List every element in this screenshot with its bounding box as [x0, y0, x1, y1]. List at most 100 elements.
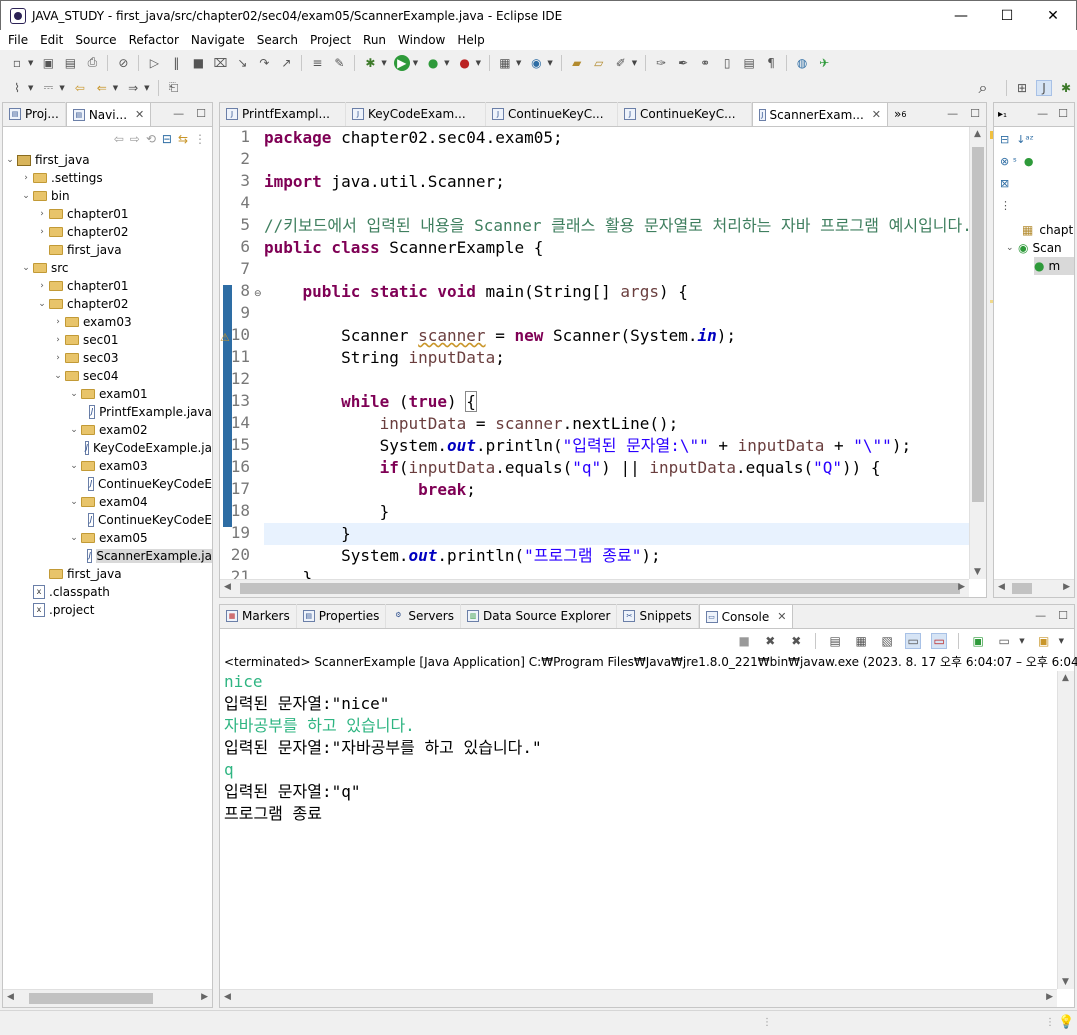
- pin-editor-icon[interactable]: ⎗: [166, 80, 182, 96]
- terminate-icon[interactable]: ■: [190, 55, 206, 71]
- tree-item[interactable]: J ContinueKeyCodeE: [3, 511, 212, 529]
- minimize-button[interactable]: —: [938, 1, 984, 31]
- collapse-all-icon[interactable]: ⊟: [1000, 133, 1009, 146]
- scroll-thumb[interactable]: [972, 147, 984, 502]
- chevron-down-icon[interactable]: ▼: [113, 84, 118, 92]
- scroll-thumb[interactable]: [1012, 583, 1032, 594]
- chevron-down-icon[interactable]: ▼: [547, 59, 552, 67]
- tab-markers[interactable]: ▦ Markers: [220, 604, 297, 628]
- chevron-down-icon[interactable]: ⌄: [67, 389, 81, 399]
- scroll-right-icon[interactable]: ▶: [1063, 582, 1070, 592]
- chevron-down-icon[interactable]: ▼: [476, 59, 481, 67]
- chevron-down-icon[interactable]: ▼: [516, 59, 521, 67]
- minimize-icon[interactable]: —: [1035, 609, 1046, 622]
- tree-item[interactable]: ⌄ chapter02: [3, 295, 212, 313]
- step-over-icon[interactable]: ↷: [256, 55, 272, 71]
- tab-console[interactable]: ▭ Console ✕: [698, 604, 794, 628]
- minimize-icon[interactable]: —: [1037, 107, 1048, 120]
- chevron-down-icon[interactable]: ⌄: [67, 533, 81, 543]
- pin-console-icon[interactable]: ▣: [970, 633, 986, 649]
- remove-all-terminated-icon[interactable]: ✖: [788, 633, 804, 649]
- tree-item[interactable]: J KeyCodeExample.ja: [3, 439, 212, 457]
- back-icon[interactable]: ⇦: [114, 132, 124, 146]
- scroll-thumb[interactable]: [29, 993, 153, 1004]
- tab-continue-keycode-2[interactable]: J ContinueKeyC...: [618, 102, 752, 126]
- java-perspective-icon[interactable]: J: [1036, 79, 1052, 96]
- console-hscrollbar[interactable]: ◀ ▶: [220, 989, 1057, 1007]
- toggle-block-icon[interactable]: ≡: [309, 55, 325, 71]
- tree-item[interactable]: › chapter01: [3, 205, 212, 223]
- collapse-all-icon[interactable]: ⊟: [162, 132, 172, 146]
- tree-item[interactable]: ⌄ first_java: [3, 151, 212, 169]
- new-class-icon[interactable]: ◉: [528, 55, 544, 71]
- disconnect-icon[interactable]: ⌧: [212, 55, 228, 71]
- scroll-up-icon[interactable]: ▲: [1062, 673, 1069, 683]
- chevron-down-icon[interactable]: ▼: [444, 59, 449, 67]
- chevron-down-icon[interactable]: ⌄: [3, 155, 17, 165]
- skip-breakpoints-icon[interactable]: ⊘: [115, 55, 131, 71]
- chevron-right-icon[interactable]: ›: [51, 335, 65, 345]
- scroll-down-icon[interactable]: ▼: [974, 567, 981, 577]
- share-icon[interactable]: ✈: [816, 55, 832, 71]
- tree-item[interactable]: J ContinueKeyCodeE: [3, 475, 212, 493]
- step-return-icon[interactable]: ↗: [278, 55, 294, 71]
- search-icon[interactable]: ⌕: [975, 78, 991, 97]
- new-java-project-icon[interactable]: ▦: [497, 55, 513, 71]
- tab-data-source-explorer[interactable]: ▥ Data Source Explorer: [461, 604, 618, 628]
- outline-class[interactable]: ⌄ ◉ Scan: [1006, 239, 1074, 257]
- chevron-down-icon[interactable]: ▼: [632, 59, 637, 67]
- chevron-right-icon[interactable]: ›: [35, 209, 49, 219]
- clear-console-icon[interactable]: ▤: [827, 633, 843, 649]
- scroll-left-icon[interactable]: ◀: [224, 992, 231, 1002]
- search-tool-icon[interactable]: ✐: [613, 55, 629, 71]
- tree-item[interactable]: › sec01: [3, 331, 212, 349]
- chevron-right-icon[interactable]: ›: [35, 227, 49, 237]
- edit-icon[interactable]: ✒: [675, 55, 691, 71]
- chevron-right-icon[interactable]: ›: [19, 173, 33, 183]
- remove-launch-icon[interactable]: ✖: [762, 633, 778, 649]
- last-edit-icon[interactable]: ⇦: [72, 80, 88, 96]
- scroll-down-icon[interactable]: ▼: [1062, 977, 1069, 987]
- tree-item[interactable]: ⌄ bin: [3, 187, 212, 205]
- coverage-icon[interactable]: ●: [425, 55, 441, 71]
- maximize-icon[interactable]: ☐: [970, 107, 980, 120]
- editor-hscrollbar[interactable]: ◀ ▶: [220, 579, 969, 597]
- outline-method[interactable]: ● m: [1034, 257, 1074, 275]
- chevron-right-icon[interactable]: ›: [35, 281, 49, 291]
- maximize-icon[interactable]: ☐: [196, 107, 206, 120]
- menu-edit[interactable]: Edit: [34, 33, 69, 47]
- debug-perspective-icon[interactable]: ✱: [1058, 80, 1074, 96]
- close-icon[interactable]: ✕: [777, 610, 786, 623]
- chevron-down-icon[interactable]: ⌄: [67, 425, 81, 435]
- scroll-left-icon[interactable]: ◀: [7, 992, 14, 1002]
- suspend-icon[interactable]: ‖: [168, 55, 184, 71]
- resume-icon[interactable]: ▷: [146, 55, 162, 71]
- link-editor-icon[interactable]: ⇆: [178, 132, 188, 146]
- editor-vscrollbar[interactable]: ▲ ▼: [969, 127, 986, 579]
- chevron-down-icon[interactable]: ▼: [413, 59, 418, 67]
- close-icon[interactable]: ✕: [135, 108, 144, 121]
- tree-item[interactable]: first_java: [3, 565, 212, 583]
- scroll-right-icon[interactable]: ▶: [201, 992, 208, 1002]
- chevron-down-icon[interactable]: ▼: [144, 84, 149, 92]
- navigator-hscrollbar[interactable]: ◀ ▶: [3, 989, 212, 1007]
- chevron-down-icon[interactable]: ▼: [381, 59, 386, 67]
- forward-icon[interactable]: ⇨: [130, 132, 140, 146]
- maximize-icon[interactable]: ☐: [1058, 609, 1068, 622]
- outline-package[interactable]: ▦ chapt: [1006, 221, 1074, 239]
- maximize-button[interactable]: ☐: [984, 1, 1030, 31]
- sort-icon[interactable]: ↓ᵃᶻ: [1016, 133, 1034, 146]
- maximize-icon[interactable]: ☐: [1058, 107, 1068, 120]
- tree-item[interactable]: ⌄ exam04: [3, 493, 212, 511]
- view-menu-icon[interactable]: ⋮: [1000, 199, 1011, 212]
- console-vscrollbar[interactable]: ▲ ▼: [1057, 671, 1074, 989]
- menu-run[interactable]: Run: [357, 33, 392, 47]
- menu-refactor[interactable]: Refactor: [123, 33, 185, 47]
- tree-item[interactable]: ⌄ exam02: [3, 421, 212, 439]
- save-all-icon[interactable]: ▤: [62, 55, 78, 71]
- print-icon[interactable]: ⎙: [84, 55, 100, 71]
- chevron-down-icon[interactable]: ▼: [28, 84, 33, 92]
- open-console-icon[interactable]: ▣: [1036, 633, 1052, 649]
- collapse-icon[interactable]: ⊖: [254, 289, 262, 299]
- tab-continue-keycode-1[interactable]: J ContinueKeyC...: [486, 102, 618, 126]
